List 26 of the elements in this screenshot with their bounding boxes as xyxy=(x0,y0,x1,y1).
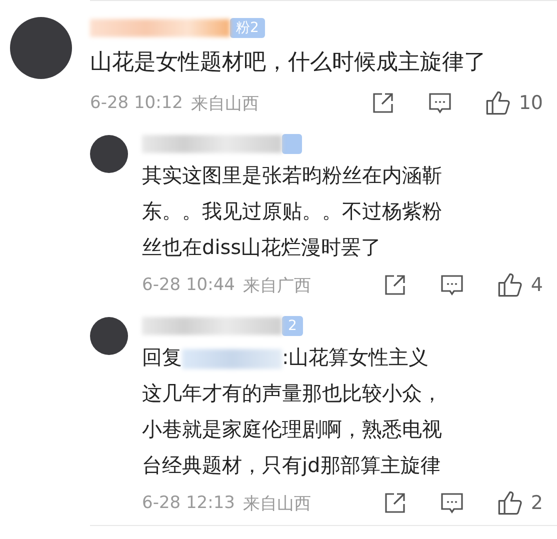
comment-location: 来自山西 xyxy=(242,492,311,514)
comment-location: 来自山西 xyxy=(190,92,259,114)
comment-time: 6-28 10:44 xyxy=(142,275,235,295)
fan-badge: 2 xyxy=(282,316,303,336)
comment-location: 来自广西 xyxy=(242,274,311,296)
comment-text: 山花是女性题材吧，什么时候成主旋律了 xyxy=(90,49,487,77)
thumbs-up-icon xyxy=(484,90,511,116)
share-icon[interactable] xyxy=(370,91,395,115)
comment-icon[interactable] xyxy=(438,491,465,515)
like-button[interactable]: 2 xyxy=(496,490,543,516)
thumbs-up-icon xyxy=(496,490,523,516)
like-button[interactable]: 10 xyxy=(484,90,543,116)
share-icon[interactable] xyxy=(382,491,407,515)
like-button[interactable]: 4 xyxy=(496,272,543,298)
reply-text: 回复 :山花算女性主义这几年才有的声量那也比较小众，小巷就是家庭伦理剧啊，熟悉电视台经典题材，只有jd那部算主旋律 xyxy=(142,344,443,479)
avatar[interactable] xyxy=(90,317,128,355)
thumbs-up-icon xyxy=(496,272,523,298)
comment-icon[interactable] xyxy=(438,273,465,297)
comment-icon[interactable] xyxy=(426,91,453,115)
comment-time: 6-28 12:13 xyxy=(142,493,235,513)
reply-text: 其实这图里是张若昀粉丝在内涵靳东。。我见过原贴。。不过杨紫粉丝也在diss山花烂漫时罢了 xyxy=(142,162,443,261)
avatar[interactable] xyxy=(90,135,128,173)
badge-redaction xyxy=(282,134,302,154)
share-icon[interactable] xyxy=(382,273,407,297)
comment-time: 6-28 10:12 xyxy=(90,93,183,113)
fan-badge: 粉2 xyxy=(230,18,265,38)
